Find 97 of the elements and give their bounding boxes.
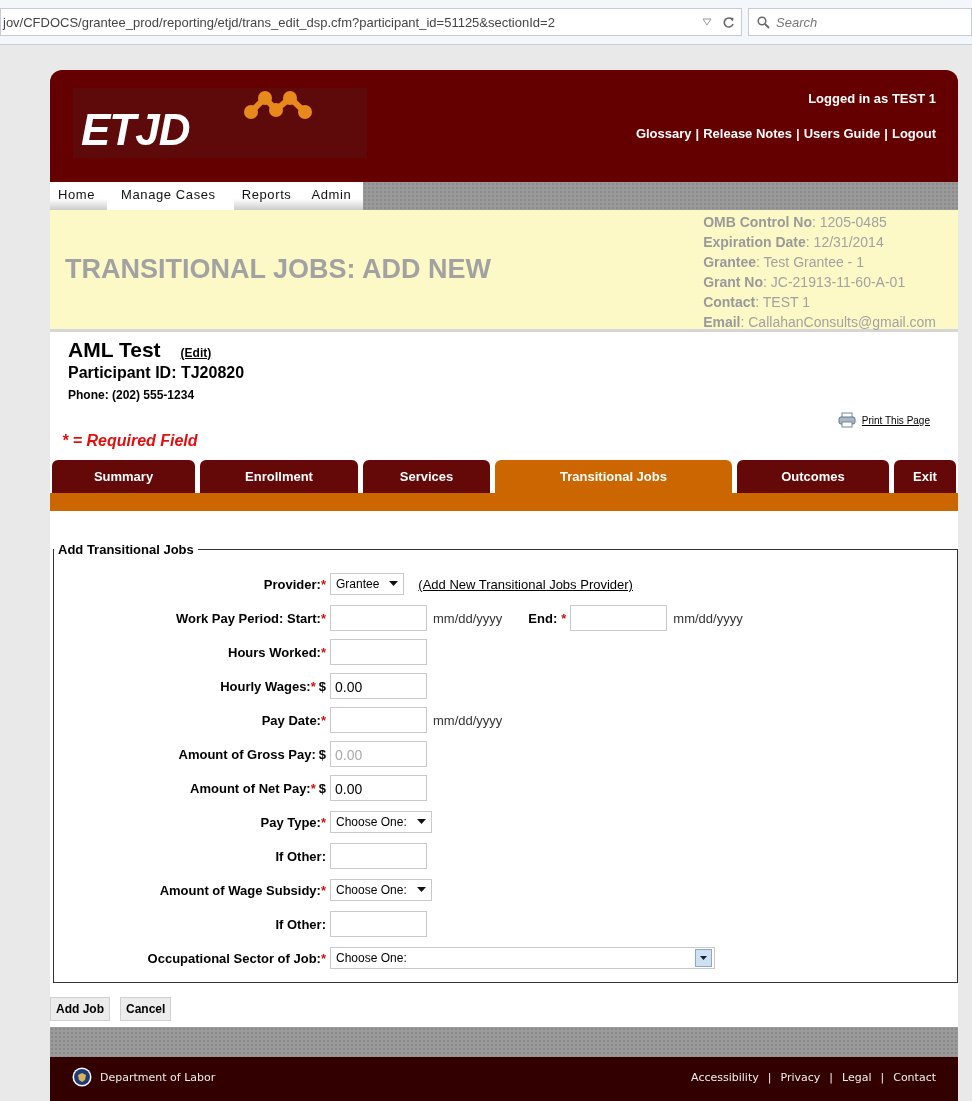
- footer-link[interactable]: Privacy: [780, 1070, 821, 1084]
- required-mark: *: [310, 780, 316, 796]
- nav-tab[interactable]: Home: [50, 182, 108, 210]
- dropdown[interactable]: Choose One:: [330, 811, 432, 833]
- footer-link[interactable]: Accessibility: [691, 1070, 759, 1084]
- nav-tab[interactable]: Admin: [303, 182, 364, 210]
- form-button[interactable]: Cancel: [120, 997, 172, 1021]
- field-label: If Other:: [275, 916, 326, 932]
- field-label: Pay Type:: [260, 814, 321, 830]
- logged-in-text: Logged in as TEST 1: [808, 91, 936, 106]
- required-mark: *: [310, 678, 316, 694]
- separator: |: [695, 126, 700, 141]
- date-format-hint: mm/dd/yyyy: [433, 610, 503, 626]
- input-field[interactable]: 0.00: [330, 775, 427, 801]
- field-label: Amount of Gross Pay:: [178, 746, 316, 762]
- separator: |: [884, 126, 888, 141]
- page-title: TRANSITIONAL JOBS: ADD NEW: [65, 254, 491, 285]
- input-field[interactable]: [330, 707, 427, 733]
- dropdown-button-icon: [695, 949, 712, 967]
- info-line: Email: CallahanConsults@gmail.com: [703, 313, 936, 332]
- caret-icon: [389, 581, 399, 587]
- field-label: Pay Date:: [261, 712, 321, 728]
- participant-id: Participant ID: TJ20820: [68, 364, 246, 382]
- fieldset-legend: Add Transitional Jobs: [54, 542, 198, 557]
- edit-link[interactable]: (Edit): [180, 346, 212, 360]
- info-line: Grant No: JC-21913-11-60-A-01: [703, 273, 907, 292]
- info-line: OMB Control No: 1205-0485: [703, 213, 888, 232]
- required-mark: *: [561, 610, 567, 626]
- field-label: Amount of Wage Subsidy:: [159, 882, 321, 898]
- dropdown-triangle-icon[interactable]: [702, 18, 712, 26]
- input-field[interactable]: [570, 605, 668, 631]
- field-label: Hours Worked:: [228, 644, 321, 660]
- field-label: If Other:: [275, 848, 326, 864]
- section-tab[interactable]: Transitional Jobs: [495, 460, 732, 493]
- dropdown[interactable]: Grantee: [330, 573, 405, 595]
- separator: |: [767, 1070, 772, 1084]
- input-field[interactable]: 0.00: [330, 673, 427, 699]
- field-label: Occupational Sector of Job:: [147, 950, 321, 966]
- required-mark: *: [320, 576, 326, 592]
- separator: |: [796, 126, 800, 141]
- date-format-hint: mm/dd/yyyy: [673, 610, 743, 626]
- section-tab[interactable]: Outcomes: [737, 460, 889, 493]
- input-field[interactable]: [330, 639, 427, 665]
- header-link[interactable]: Release Notes: [703, 126, 793, 141]
- search-field[interactable]: Search: [748, 8, 972, 36]
- required-mark: *: [320, 712, 326, 728]
- field-label: End:: [528, 610, 558, 626]
- required-mark: *: [320, 610, 326, 626]
- required-field-note: * = Required Field: [62, 432, 199, 450]
- separator: |: [829, 1070, 833, 1084]
- dropdown[interactable]: Choose One:: [330, 879, 432, 901]
- search-icon: [757, 15, 770, 29]
- field-label: Work Pay Period: Start:: [175, 610, 321, 626]
- info-line: Contact: TEST 1: [703, 293, 811, 312]
- participant-name: AML Test: [68, 338, 161, 362]
- address-bar[interactable]: jov/CFDOCS/grantee_prod/reporting/etjd/trans_edit_dsp.cfm?participant_id=51125&sectionId=2: [0, 8, 742, 36]
- field-label: Provider:: [263, 576, 321, 592]
- add-provider-link[interactable]: (Add New Transitional Jobs Provider): [418, 576, 633, 592]
- info-line: Grantee: Test Grantee - 1: [703, 253, 865, 272]
- header-link[interactable]: Logout: [891, 126, 936, 141]
- dots-logo-icon: [243, 88, 315, 122]
- required-mark: *: [320, 814, 326, 830]
- section-tab[interactable]: Exit: [894, 460, 956, 493]
- required-mark: *: [320, 950, 326, 966]
- input-field[interactable]: [330, 843, 427, 869]
- separator: |: [880, 1070, 885, 1084]
- field-label: Amount of Net Pay:: [190, 780, 311, 796]
- logo-text: ETJD: [81, 108, 190, 152]
- input-field[interactable]: [330, 911, 427, 937]
- required-mark: *: [320, 882, 326, 898]
- date-format-hint: mm/dd/yyyy: [433, 712, 503, 728]
- nav-tab[interactable]: Reports: [233, 182, 304, 210]
- seal-icon: [72, 1067, 92, 1087]
- info-line: Expiration Date: 12/31/2014: [703, 233, 885, 252]
- reload-icon[interactable]: [722, 15, 735, 29]
- currency-sign: $: [318, 746, 326, 762]
- form-button[interactable]: Add Job: [50, 997, 110, 1021]
- input-field[interactable]: [330, 605, 427, 631]
- footer-link[interactable]: Legal: [842, 1070, 872, 1084]
- footer-link[interactable]: Contact: [893, 1070, 936, 1084]
- dropdown[interactable]: Choose One:: [330, 947, 715, 969]
- currency-sign: $: [318, 678, 326, 694]
- field-label: Hourly Wages:: [220, 678, 311, 694]
- header-link[interactable]: Users Guide: [803, 126, 881, 141]
- section-tab[interactable]: Services: [363, 460, 490, 493]
- caret-icon: [416, 887, 426, 893]
- caret-icon: [416, 819, 426, 825]
- section-tab[interactable]: Summary: [52, 460, 195, 493]
- nav-tab[interactable]: Manage Cases: [107, 182, 234, 210]
- agency-name: Department of Labor: [100, 1070, 216, 1084]
- section-tab[interactable]: Enrollment: [200, 460, 358, 493]
- header-link[interactable]: Glossary: [635, 126, 692, 141]
- printer-icon[interactable]: [837, 412, 856, 428]
- phone-text: Phone: (202) 555-1234: [68, 388, 196, 402]
- required-mark: *: [320, 644, 326, 660]
- currency-sign: $: [318, 780, 326, 796]
- print-link[interactable]: Print This Page: [861, 414, 930, 426]
